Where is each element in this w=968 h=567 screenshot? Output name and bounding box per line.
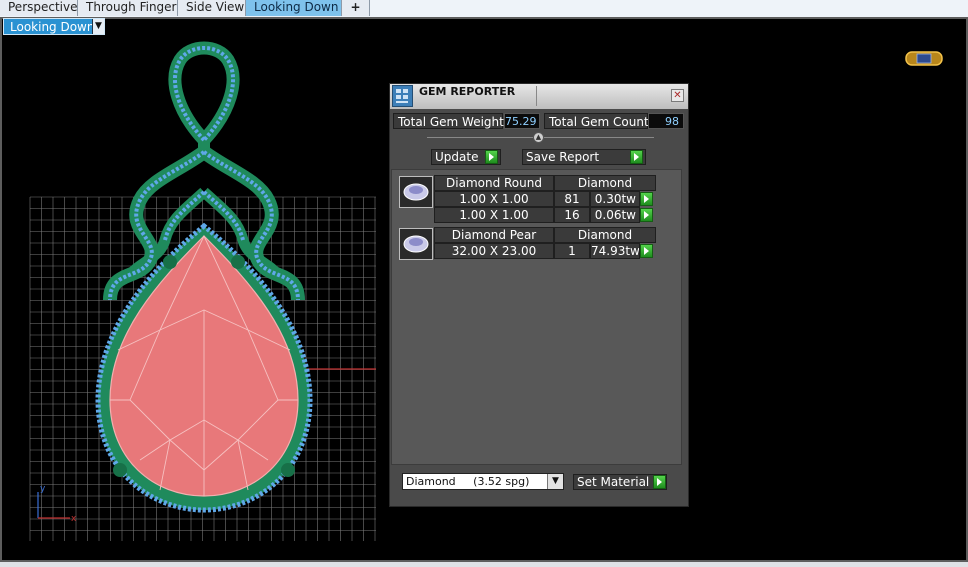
gem-thumbnail-icon[interactable] bbox=[399, 228, 433, 260]
axis-indicator: y x bbox=[37, 484, 77, 524]
green-arrow-icon[interactable] bbox=[640, 244, 653, 258]
panel-title: GEM REPORTER bbox=[419, 85, 516, 98]
gem-group-material: Diamond bbox=[554, 175, 656, 191]
gem-thumbnail-icon[interactable] bbox=[399, 176, 433, 208]
green-arrow-icon[interactable] bbox=[640, 192, 653, 206]
gem-reporter-logo-icon bbox=[392, 85, 413, 107]
total-gem-count-value: 98 bbox=[648, 113, 684, 129]
update-button-label: Update bbox=[435, 150, 479, 164]
panel-slider-handle[interactable]: ▲ bbox=[533, 132, 544, 143]
title-divider bbox=[536, 86, 537, 106]
view-cube-icon[interactable] bbox=[905, 50, 943, 67]
view-dropdown[interactable]: Looking Down ▼ bbox=[3, 18, 105, 35]
green-arrow-icon[interactable] bbox=[640, 208, 653, 222]
gem-count: 81 bbox=[554, 191, 590, 207]
pendant-model bbox=[95, 41, 313, 513]
gem-count: 16 bbox=[554, 207, 590, 223]
save-report-button[interactable]: Save Report bbox=[522, 149, 646, 165]
close-icon[interactable]: ✕ bbox=[671, 89, 684, 102]
total-gem-count-label: Total Gem Count bbox=[544, 113, 649, 129]
gem-group-material: Diamond bbox=[554, 227, 656, 243]
material-select-value: Diamond (3.52 spg) bbox=[406, 475, 530, 488]
axis-x-label: x bbox=[71, 514, 77, 524]
material-select[interactable]: Diamond (3.52 spg) ▼ bbox=[402, 473, 564, 490]
bail-loop bbox=[168, 41, 240, 150]
total-gem-weight-value: 75.29 bbox=[504, 113, 540, 129]
gem-weight: 74.93tw bbox=[590, 243, 640, 259]
panel-titlebar[interactable]: GEM REPORTER ✕ bbox=[390, 84, 688, 109]
gem-size: 32.00 X 23.00 bbox=[434, 243, 554, 259]
gem-weight: 0.30tw bbox=[590, 191, 640, 207]
view-dropdown-label: Looking Down bbox=[10, 20, 95, 34]
green-arrow-icon[interactable] bbox=[630, 150, 643, 164]
chevron-down-icon[interactable]: ▼ bbox=[547, 474, 563, 489]
gem-group-name: Diamond Pear bbox=[434, 227, 554, 243]
gem-count: 1 bbox=[554, 243, 590, 259]
gem-size: 1.00 X 1.00 bbox=[434, 207, 554, 223]
chevron-down-icon[interactable]: ▼ bbox=[92, 19, 104, 34]
gem-group-name: Diamond Round bbox=[434, 175, 554, 191]
total-gem-weight-label: Total Gem Weight bbox=[393, 113, 504, 129]
status-bar bbox=[0, 562, 968, 567]
save-report-button-label: Save Report bbox=[526, 150, 600, 164]
set-material-button-label: Set Material bbox=[577, 475, 650, 489]
green-arrow-icon[interactable] bbox=[653, 475, 666, 489]
gem-weight: 0.06tw bbox=[590, 207, 640, 223]
green-arrow-icon[interactable] bbox=[485, 150, 498, 164]
axis-y-label: y bbox=[40, 484, 46, 494]
gem-size: 1.00 X 1.00 bbox=[434, 191, 554, 207]
